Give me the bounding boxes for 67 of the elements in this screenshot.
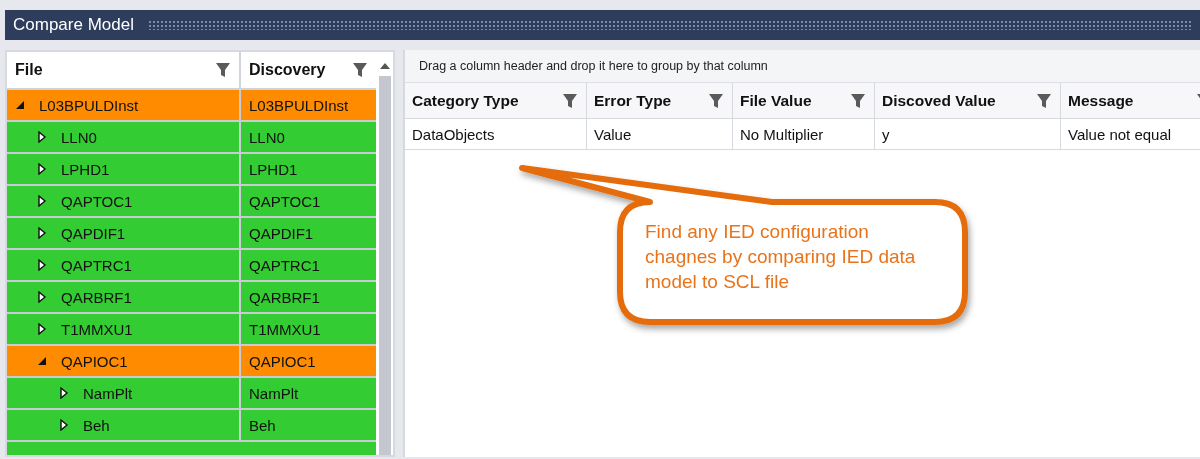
expand-arrow-icon[interactable] xyxy=(59,419,69,431)
tree-cell: NamPlt xyxy=(83,384,133,402)
collapse-arrow-icon[interactable] xyxy=(37,356,47,366)
table-cell: DataObjects xyxy=(412,125,495,143)
tree-row[interactable]: LLN0 LLN0 xyxy=(7,122,376,154)
tree-cell: L03BPULDInst xyxy=(249,96,349,114)
expand-arrow-icon[interactable] xyxy=(37,131,47,143)
tree-row[interactable]: QAPIOC1 QAPIOC1 xyxy=(7,346,376,378)
table-cell: No Multiplier xyxy=(740,125,824,143)
tree-row[interactable]: QARBRF1 QARBRF1 xyxy=(7,282,376,314)
filter-icon[interactable] xyxy=(708,92,724,109)
tree-row[interactable]: QAPTOC1 QAPTOC1 xyxy=(7,186,376,218)
table-cell: y xyxy=(882,125,890,143)
expand-arrow-icon[interactable] xyxy=(37,291,47,303)
tree-cell: LLN0 xyxy=(249,128,285,146)
tree-cell: LLN0 xyxy=(61,128,97,146)
filter-icon[interactable] xyxy=(352,62,368,78)
tree-row[interactable]: NamPlt NamPlt xyxy=(7,378,376,410)
callout-text: Find any IED configuration chagnes by comparing IED data model to SCL file xyxy=(645,220,917,294)
column-header[interactable]: Message xyxy=(1061,83,1200,119)
tree-cell: QAPTRC1 xyxy=(249,256,320,274)
tree-cell: QAPTRC1 xyxy=(61,256,132,274)
expand-arrow-icon[interactable] xyxy=(37,259,47,271)
column-header[interactable]: File xyxy=(7,52,241,88)
tree-cell: QARBRF1 xyxy=(61,288,132,306)
tree-row[interactable]: Beh Beh xyxy=(7,410,376,442)
tree-cell: T1MMXU1 xyxy=(249,320,321,338)
table-cell: Value xyxy=(594,125,632,143)
expand-arrow-icon[interactable] xyxy=(37,195,47,207)
expand-arrow-icon[interactable] xyxy=(37,163,47,175)
tree-cell: QAPIOC1 xyxy=(61,352,128,370)
tree-cell: NamPlt xyxy=(249,384,299,402)
tree-cell: T1MMXU1 xyxy=(61,320,133,338)
tree-cell: Beh xyxy=(249,416,276,434)
tree-row[interactable]: LPHD1 LPHD1 xyxy=(7,154,376,186)
window-title: Compare Model xyxy=(13,15,134,35)
column-header[interactable]: File Value xyxy=(733,83,875,119)
expand-arrow-icon[interactable] xyxy=(37,323,47,335)
scroll-up-icon[interactable] xyxy=(378,62,391,70)
filter-icon[interactable] xyxy=(215,62,231,78)
filter-icon[interactable] xyxy=(562,92,578,109)
filter-icon[interactable] xyxy=(850,92,866,109)
table-cell: Value not equal xyxy=(1068,125,1172,143)
column-header[interactable]: Discoved Value xyxy=(875,83,1061,119)
column-header[interactable]: Error Type xyxy=(587,83,733,119)
expand-arrow-icon[interactable] xyxy=(37,227,47,239)
tree-row[interactable]: QAPTRC1 QAPTRC1 xyxy=(7,250,376,282)
tree-cell: QARBRF1 xyxy=(249,288,320,306)
collapse-arrow-icon[interactable] xyxy=(15,100,25,110)
tree-row[interactable]: QAPDIF1 QAPDIF1 xyxy=(7,218,376,250)
tree-cell: QAPIOC1 xyxy=(249,352,316,370)
filter-icon[interactable] xyxy=(1036,92,1052,109)
tree-cell: LPHD1 xyxy=(249,160,298,178)
tree-cell: QAPDIF1 xyxy=(61,224,126,242)
group-hint: Drag a column header and drop it here to group by that column xyxy=(419,59,768,73)
tree-cell: L03BPULDInst xyxy=(39,96,139,114)
tree-cell: QAPTOC1 xyxy=(61,192,133,210)
column-header[interactable]: Category Type xyxy=(405,83,587,119)
tree-row[interactable]: T1MMXU1 T1MMXU1 xyxy=(7,314,376,346)
tree-cell: Beh xyxy=(83,416,110,434)
tree-cell: QAPTOC1 xyxy=(249,192,321,210)
tree-cell: QAPDIF1 xyxy=(249,224,314,242)
tree-row[interactable]: L03BPULDInst L03BPULDInst xyxy=(7,90,376,122)
expand-arrow-icon[interactable] xyxy=(59,387,69,399)
column-header[interactable]: Discovery xyxy=(241,52,376,88)
scrollbar-thumb[interactable] xyxy=(378,76,391,455)
tree-cell: LPHD1 xyxy=(61,160,110,178)
